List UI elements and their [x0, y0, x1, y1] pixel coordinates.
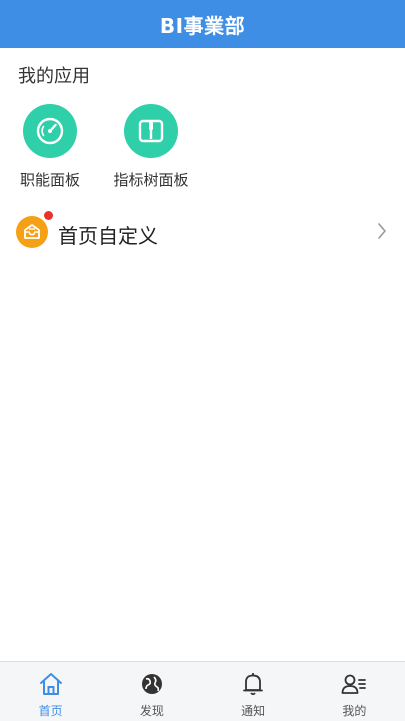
tab-label: 发现 [139, 704, 164, 718]
globe-icon [138, 670, 166, 698]
tab-label: 首页 [38, 704, 63, 718]
chevron-right-icon [377, 222, 387, 244]
homepage-customize-label: 首页自定义 [58, 224, 158, 248]
inbox-icon [16, 216, 48, 248]
tab-label: 我的 [342, 704, 367, 718]
bottom-tab-bar: 首页 发现 通知 我的 [0, 661, 405, 721]
book-icon [124, 104, 178, 158]
header-bar: BI事業部 [0, 0, 405, 48]
app-tile-label: 职能面板 [19, 171, 80, 189]
page-title: BI事業部 [159, 13, 246, 38]
section-title-my-apps: 我的应用 [18, 66, 90, 87]
tab-mine[interactable]: 我的 [304, 662, 405, 721]
app-tile-functional-panel[interactable]: 职能面板 [0, 104, 100, 190]
tab-label: 通知 [241, 704, 266, 718]
gauge-icon [23, 104, 77, 158]
homepage-customize-row[interactable]: 首页自定义 [0, 208, 405, 258]
user-list-icon [340, 670, 368, 698]
home-icon [37, 670, 65, 698]
bell-icon [239, 670, 267, 698]
tab-home[interactable]: 首页 [0, 662, 101, 721]
notification-dot [44, 211, 53, 220]
tab-notifications[interactable]: 通知 [203, 662, 304, 721]
app-tile-indicator-tree-panel[interactable]: 指标树面板 [101, 104, 201, 190]
app-tile-label: 指标树面板 [113, 171, 189, 189]
tab-discover[interactable]: 发现 [101, 662, 202, 721]
